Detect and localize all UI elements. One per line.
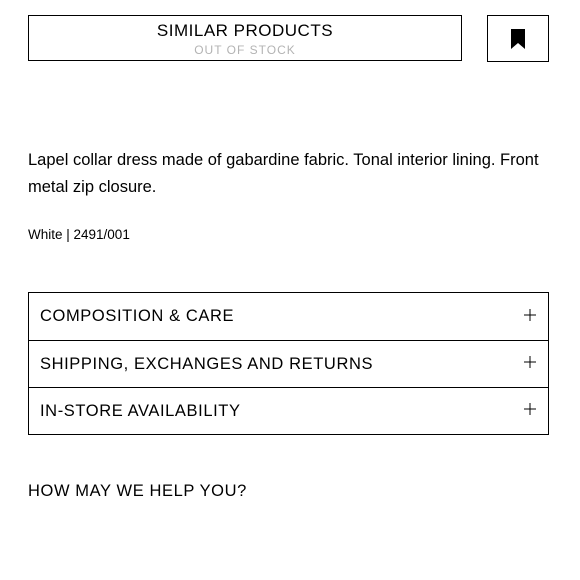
accordion-shipping-returns[interactable]: SHIPPING, EXCHANGES AND RETURNS [29,340,548,387]
accordion-label: COMPOSITION & CARE [40,307,235,325]
accordion-composition-care[interactable]: COMPOSITION & CARE [29,293,548,340]
accordion-label: IN-STORE AVAILABILITY [40,401,241,420]
bookmark-icon [511,28,525,49]
plus-icon [524,308,536,321]
product-info-accordion: COMPOSITION & CARE SHIPPING, EXCHANGES A… [28,292,549,435]
stock-status: OUT OF STOCK [194,42,296,57]
accordion-store-availability[interactable]: IN-STORE AVAILABILITY [29,387,548,434]
product-color-reference: White | 2491/001 [28,227,130,242]
bookmark-button[interactable] [487,15,549,62]
plus-icon [524,356,536,368]
accordion-label: SHIPPING, EXCHANGES AND RETURNS [40,354,374,373]
plus-icon [524,403,536,415]
help-link[interactable]: HOW MAY WE HELP YOU? [28,481,247,501]
product-description: Lapel collar dress made of gabardine fab… [28,151,539,196]
similar-products-label: SIMILAR PRODUCTS [156,20,334,40]
similar-products-button[interactable]: SIMILAR PRODUCTS OUT OF STOCK [28,15,462,61]
